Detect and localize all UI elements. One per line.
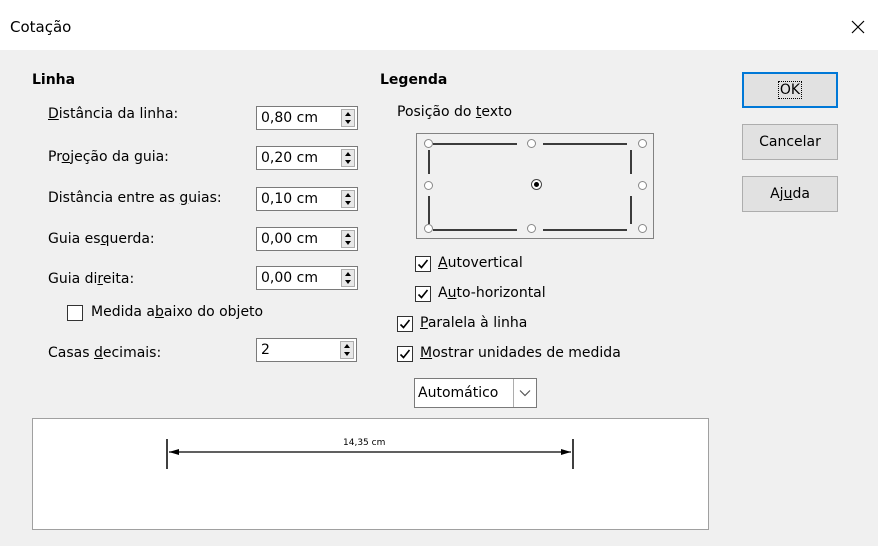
spin-buttons[interactable] bbox=[341, 190, 355, 208]
parallel-label[interactable]: Paralela à linha bbox=[420, 315, 527, 331]
spin-down-icon[interactable] bbox=[345, 241, 351, 245]
close-icon bbox=[851, 20, 865, 34]
title-bar: Cotação bbox=[0, 0, 878, 50]
unit-select[interactable]: Automático bbox=[414, 378, 537, 408]
help-button-label: Ajuda bbox=[770, 186, 810, 202]
spin-up-icon[interactable] bbox=[344, 344, 350, 348]
guide-projection-spinner[interactable]: 0,20 cm bbox=[256, 146, 358, 170]
left-guide-value[interactable]: 0,00 cm bbox=[261, 231, 318, 247]
position-radio-bottom-right[interactable] bbox=[638, 224, 647, 233]
ok-button-label: OK bbox=[777, 81, 803, 99]
selected-dot-icon bbox=[534, 182, 539, 187]
dropdown-button[interactable] bbox=[513, 379, 536, 407]
position-radio-top-right[interactable] bbox=[638, 139, 647, 148]
left-guide-label: Guia esquerda: bbox=[48, 231, 155, 247]
guide-projection-label: Projeção da guia: bbox=[48, 149, 169, 165]
legenda-section-title: Legenda bbox=[380, 72, 448, 88]
spin-buttons[interactable] bbox=[341, 230, 355, 248]
ok-button[interactable]: OK bbox=[742, 72, 838, 108]
window-title: Cotação bbox=[10, 18, 72, 36]
position-radio-bottom-left[interactable] bbox=[424, 224, 433, 233]
dimension-line-drawing bbox=[166, 439, 574, 469]
show-units-label[interactable]: Mostrar unidades de medida bbox=[420, 345, 621, 361]
spin-down-icon[interactable] bbox=[345, 120, 351, 124]
guides-distance-value[interactable]: 0,10 cm bbox=[261, 191, 318, 207]
right-guide-spinner[interactable]: 0,00 cm bbox=[256, 266, 358, 290]
decimals-label: Casas decimais: bbox=[48, 345, 162, 361]
linha-section-title: Linha bbox=[32, 72, 76, 88]
decimals-spinner[interactable]: 2 bbox=[256, 338, 357, 362]
auto-vertical-checkbox[interactable] bbox=[415, 256, 431, 272]
right-guide-label: Guia direita: bbox=[48, 271, 135, 287]
spin-buttons[interactable] bbox=[340, 341, 354, 359]
close-button[interactable] bbox=[838, 10, 878, 44]
spin-down-icon[interactable] bbox=[345, 160, 351, 164]
right-guide-value[interactable]: 0,00 cm bbox=[261, 270, 318, 286]
decimals-value[interactable]: 2 bbox=[261, 342, 270, 358]
spin-up-icon[interactable] bbox=[345, 193, 351, 197]
position-radio-center[interactable] bbox=[531, 179, 542, 190]
auto-horizontal-label[interactable]: Auto-horizontal bbox=[438, 285, 546, 301]
guide-projection-value[interactable]: 0,20 cm bbox=[261, 150, 318, 166]
position-radio-top-left[interactable] bbox=[424, 139, 433, 148]
spin-buttons[interactable] bbox=[341, 269, 355, 287]
below-object-label[interactable]: Medida abaixo do objeto bbox=[91, 304, 263, 320]
position-radio-top-center[interactable] bbox=[527, 139, 536, 148]
line-distance-label: Distância da linha: bbox=[48, 106, 179, 122]
position-radio-middle-right[interactable] bbox=[638, 181, 647, 190]
spin-buttons[interactable] bbox=[341, 109, 355, 127]
guides-distance-label: Distância entre as guias: bbox=[48, 190, 222, 206]
parallel-checkbox[interactable] bbox=[397, 316, 413, 332]
show-units-checkbox[interactable] bbox=[397, 346, 413, 362]
help-button[interactable]: Ajuda bbox=[742, 176, 838, 212]
text-position-selector[interactable] bbox=[416, 133, 654, 239]
unit-select-value[interactable]: Automático bbox=[418, 385, 498, 401]
guides-distance-spinner[interactable]: 0,10 cm bbox=[256, 187, 358, 211]
auto-horizontal-checkbox[interactable] bbox=[415, 286, 431, 302]
spin-down-icon[interactable] bbox=[345, 201, 351, 205]
text-position-label: Posição do texto bbox=[397, 104, 513, 120]
position-radio-bottom-center[interactable] bbox=[527, 224, 536, 233]
spin-down-icon[interactable] bbox=[345, 280, 351, 284]
cancel-button-label: Cancelar bbox=[759, 134, 821, 150]
checkmark-icon bbox=[417, 289, 429, 299]
auto-vertical-label[interactable]: Autovertical bbox=[438, 255, 523, 271]
checkmark-icon bbox=[399, 349, 411, 359]
line-distance-spinner[interactable]: 0,80 cm bbox=[256, 106, 358, 130]
checkmark-icon bbox=[417, 259, 429, 269]
position-radio-middle-left[interactable] bbox=[424, 181, 433, 190]
chevron-down-icon bbox=[519, 390, 531, 397]
below-object-checkbox[interactable] bbox=[67, 305, 83, 321]
checkmark-icon bbox=[399, 319, 411, 329]
spin-down-icon[interactable] bbox=[344, 352, 350, 356]
spin-up-icon[interactable] bbox=[345, 272, 351, 276]
spin-up-icon[interactable] bbox=[345, 233, 351, 237]
left-guide-spinner[interactable]: 0,00 cm bbox=[256, 227, 358, 251]
dimension-preview: 14,35 cm bbox=[32, 418, 709, 530]
line-distance-value[interactable]: 0,80 cm bbox=[261, 110, 318, 126]
spin-up-icon[interactable] bbox=[345, 152, 351, 156]
cancel-button[interactable]: Cancelar bbox=[742, 124, 838, 160]
spin-buttons[interactable] bbox=[341, 149, 355, 167]
spin-up-icon[interactable] bbox=[345, 112, 351, 116]
measurement-text: 14,35 cm bbox=[343, 438, 386, 448]
